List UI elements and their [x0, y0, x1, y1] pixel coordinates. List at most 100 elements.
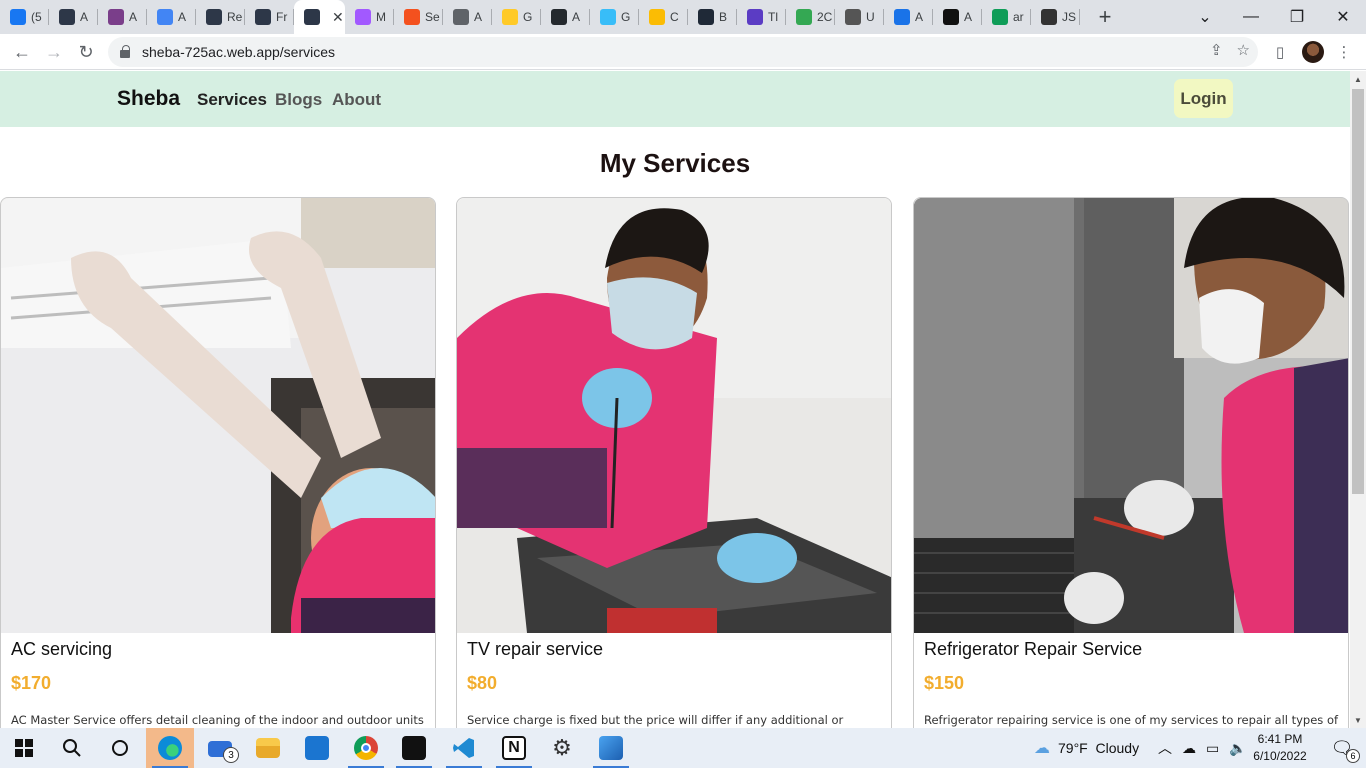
page-viewport: Sheba Services Blogs About Login My Serv… — [0, 71, 1350, 728]
tab-title: A — [474, 10, 483, 24]
grammar-icon — [404, 9, 420, 25]
imgbb-icon — [894, 9, 910, 25]
browser-tab[interactable]: (5 — [0, 0, 49, 34]
profile-photo-icon — [108, 9, 124, 25]
browser-tab[interactable]: B — [688, 0, 737, 34]
nav-link-services[interactable]: Services — [197, 90, 267, 110]
browser-tab[interactable]: Tl — [737, 0, 786, 34]
notification-center-icon[interactable]: 🗨 6 — [1318, 728, 1366, 768]
tab-title: A — [964, 10, 973, 24]
app-icon — [943, 9, 959, 25]
browser-tab[interactable]: A — [541, 0, 590, 34]
file-explorer-icon[interactable] — [244, 728, 292, 768]
service-card: AC servicing $170 AC Master Service offe… — [0, 197, 436, 728]
calendar-icon — [796, 9, 812, 25]
terminal-icon[interactable] — [390, 728, 438, 768]
settings-gear-icon[interactable]: ⚙ — [538, 728, 586, 768]
browser-tab[interactable]: G — [492, 0, 541, 34]
nav-link-blogs[interactable]: Blogs — [275, 90, 322, 110]
browser-tab-active[interactable]: ✕ — [294, 0, 345, 34]
edge-icon[interactable] — [146, 728, 194, 768]
lock-icon[interactable] — [120, 45, 130, 58]
reload-icon[interactable]: ↻ — [72, 38, 100, 66]
close-window-button[interactable]: ✕ — [1320, 0, 1366, 34]
browser-tab[interactable]: A — [933, 0, 982, 34]
cortana-icon[interactable] — [96, 728, 144, 768]
browser-tab[interactable]: A — [884, 0, 933, 34]
service-card: TV repair service $80 Service charge is … — [456, 197, 892, 728]
tab-title: B — [719, 10, 728, 24]
browser-tab[interactable]: A — [49, 0, 98, 34]
browser-tab[interactable]: G — [590, 0, 639, 34]
tab-title: A — [80, 10, 89, 24]
system-tray: ︿ ☁ ▭ 🔈 — [1158, 728, 1247, 768]
tab-title: 2C — [817, 10, 833, 24]
service-description: AC Master Service offers detail cleaning… — [11, 713, 424, 727]
browser-tab[interactable]: Re — [196, 0, 245, 34]
store-icon[interactable] — [293, 728, 341, 768]
weather-widget[interactable]: ☁ 79°F Cloudy — [1034, 728, 1139, 768]
menu-kebab-icon[interactable]: ⋮ — [1332, 40, 1356, 64]
facebook-icon — [10, 9, 26, 25]
tab-title: ar — [1013, 10, 1024, 24]
tab-search-icon[interactable]: ⌄ — [1182, 0, 1228, 34]
page-scrollbar[interactable]: ▲ ▼ — [1350, 71, 1366, 728]
tailwind-icon — [600, 9, 616, 25]
google-docs-icon — [157, 9, 173, 25]
tab-title: JS — [1062, 10, 1077, 24]
new-tab-icon[interactable]: + — [1090, 2, 1120, 32]
photos-icon[interactable] — [587, 728, 635, 768]
browser-tab[interactable]: Se — [394, 0, 443, 34]
tab-title: G — [621, 10, 631, 24]
browser-tab[interactable]: A — [98, 0, 147, 34]
google-drive-icon — [992, 9, 1008, 25]
react-icon — [206, 9, 222, 25]
login-button[interactable]: Login — [1174, 79, 1233, 118]
close-tab-icon[interactable]: ✕ — [332, 9, 344, 26]
vscode-icon[interactable] — [440, 728, 488, 768]
back-icon[interactable]: ← — [8, 38, 36, 66]
mail-icon[interactable]: 3 — [196, 728, 244, 768]
browser-tab[interactable]: JS — [1031, 0, 1080, 34]
bookmark-star-icon[interactable]: ☆ — [1237, 41, 1250, 59]
browser-tab[interactable]: ar — [982, 0, 1031, 34]
site-brand[interactable]: Sheba — [117, 87, 180, 111]
browser-tab[interactable]: A — [147, 0, 196, 34]
scroll-thumb[interactable] — [1352, 89, 1364, 494]
service-image-ac — [1, 198, 435, 633]
browser-tab[interactable]: Fr — [245, 0, 294, 34]
browser-tab[interactable]: M — [345, 0, 394, 34]
clock-time: 6:41 PM — [1257, 732, 1303, 746]
nav-link-about[interactable]: About — [332, 90, 381, 110]
share-icon[interactable]: ⇪ — [1210, 41, 1223, 59]
chrome-icon[interactable] — [342, 728, 390, 768]
forward-icon[interactable]: → — [40, 38, 68, 66]
profile-avatar[interactable] — [1302, 41, 1324, 63]
windows-start-icon[interactable] — [0, 728, 48, 768]
browser-tab[interactable]: 2C — [786, 0, 835, 34]
system-clock[interactable]: 6:41 PM 6/10/2022 — [1250, 731, 1310, 765]
maximize-button[interactable]: ❐ — [1274, 0, 1320, 34]
notion-icon[interactable]: N — [490, 728, 538, 768]
scroll-down-icon[interactable]: ▼ — [1350, 712, 1366, 728]
network-icon[interactable]: ▭ — [1206, 740, 1219, 757]
browser-tab[interactable]: C — [639, 0, 688, 34]
browser-tab[interactable]: U — [835, 0, 884, 34]
site-navbar: Sheba Services Blogs About Login — [0, 71, 1350, 127]
chevron-up-icon[interactable]: ︿ — [1158, 738, 1172, 758]
side-panel-icon[interactable]: ▯ — [1268, 40, 1292, 64]
service-price: $150 — [924, 673, 965, 693]
search-icon[interactable] — [48, 728, 96, 768]
browser-tabstrip: (5 A A A Re Fr ✕ M Se A G A G C B Tl 2C U A Aar JS + — [0, 0, 1366, 34]
browser-tab[interactable]: A — [443, 0, 492, 34]
onedrive-icon[interactable]: ☁ — [1182, 740, 1196, 757]
address-bar[interactable]: sheba-725ac.web.app/services ⇪ ☆ — [108, 37, 1258, 67]
scroll-up-icon[interactable]: ▲ — [1350, 71, 1366, 87]
minimize-button[interactable]: — — [1228, 0, 1274, 34]
bootstrap-icon — [698, 9, 714, 25]
tab-title: Tl — [768, 10, 778, 24]
volume-icon[interactable]: 🔈 — [1229, 740, 1246, 757]
page-title: My Services — [599, 148, 751, 178]
service-description: Refrigerator repairing service is one of… — [924, 713, 1339, 727]
service-price: $80 — [467, 673, 498, 693]
